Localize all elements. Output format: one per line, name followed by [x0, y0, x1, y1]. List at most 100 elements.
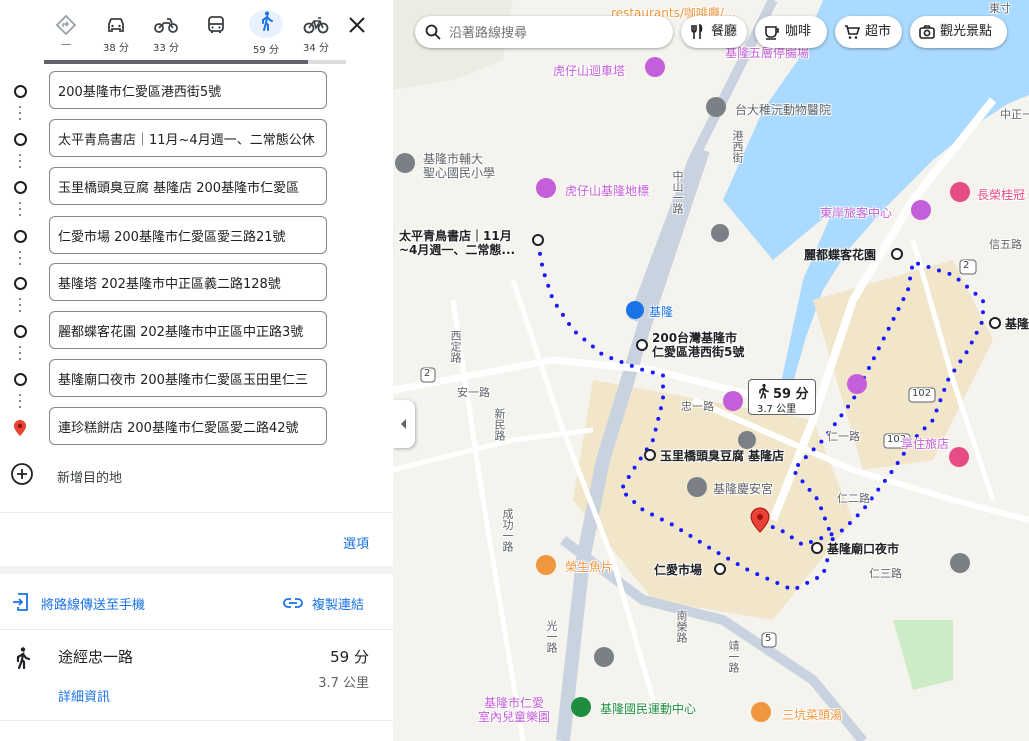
- attraction-icon[interactable]: [536, 178, 556, 198]
- train-icon[interactable]: [711, 224, 729, 242]
- stop-input-8[interactable]: [50, 408, 322, 444]
- stop-field-6[interactable]: [49, 311, 327, 349]
- road-label: 安一路: [457, 386, 490, 399]
- school-icon[interactable]: [594, 647, 614, 667]
- stop-field-7[interactable]: [49, 359, 327, 397]
- close-icon[interactable]: [344, 12, 370, 38]
- route-details-link[interactable]: 詳細資訊: [58, 686, 110, 705]
- attraction-icon[interactable]: [723, 391, 743, 411]
- mode-walk-highlight: [249, 10, 283, 38]
- map-stop-tower[interactable]: [989, 317, 1001, 329]
- shield-label: 2: [963, 260, 970, 271]
- map-stop-tofu[interactable]: [644, 449, 656, 461]
- road-label: 仁一路: [827, 430, 860, 443]
- stop-marker-3: [14, 181, 27, 194]
- station-icon[interactable]: [626, 301, 644, 319]
- cart-icon: [845, 25, 860, 39]
- stop-input-1[interactable]: [50, 72, 322, 108]
- stop-field-1[interactable]: [49, 71, 327, 109]
- stop-marker-1: [14, 85, 27, 98]
- stop-marker-2: [14, 133, 27, 146]
- stop-input-7[interactable]: [50, 360, 322, 396]
- stop-input-4[interactable]: [50, 217, 322, 253]
- car-icon: [108, 18, 124, 32]
- map-label-tofu: 玉里橋頭臭豆腐 基隆店: [660, 449, 785, 463]
- route-callout[interactable]: 59 分 3.7 公里: [748, 379, 816, 415]
- road-label: 忠一路: [681, 400, 714, 413]
- add-destination-button[interactable]: 新增目的地: [10, 462, 210, 488]
- map-label-attraction: 虎仔山迴車塔: [553, 64, 626, 78]
- attraction-icon[interactable]: [847, 374, 867, 394]
- stop-connector: [19, 154, 21, 174]
- stop-input-6[interactable]: [50, 312, 322, 348]
- walk-icon: [759, 383, 769, 399]
- park-icon[interactable]: [571, 697, 591, 717]
- mode-progress-fill: [44, 60, 308, 64]
- chip-restaurants[interactable]: 餐廳: [681, 16, 747, 48]
- map-label-liqu: 麗都蝶客花園: [804, 248, 877, 262]
- road-label: 南榮路: [675, 610, 688, 643]
- chip-attractions[interactable]: 觀光景點: [910, 16, 1007, 48]
- road-label: 靖一路: [727, 640, 740, 673]
- stop-field-2[interactable]: [49, 119, 327, 157]
- route-distance: 3.7 公里: [318, 676, 369, 691]
- map-label-temple: 基隆慶安宮: [713, 482, 774, 496]
- chip-coffee[interactable]: 咖啡: [755, 16, 827, 48]
- collapse-panel-button[interactable]: [393, 400, 415, 448]
- map-label-market: 仁愛市場: [654, 563, 703, 577]
- chip-supermarket[interactable]: 超市: [835, 16, 902, 48]
- stop-field-3[interactable]: [49, 167, 327, 205]
- mode-motorcycle[interactable]: 33 分: [148, 8, 184, 60]
- route-search-box[interactable]: [415, 16, 673, 50]
- stop-input-5[interactable]: [50, 264, 322, 300]
- stop-field-4[interactable]: [49, 216, 327, 254]
- map-label-station: 基隆: [649, 305, 674, 319]
- restaurant-icon[interactable]: [751, 702, 771, 722]
- mode-bike[interactable]: 34 分: [298, 8, 334, 60]
- map-label-school: 基隆市輔大 聖心國民小學: [423, 152, 496, 180]
- map-stop-market[interactable]: [714, 563, 726, 575]
- school-icon[interactable]: [950, 553, 970, 573]
- stop-field-5[interactable]: [49, 263, 327, 301]
- stop-input-2[interactable]: [50, 120, 322, 156]
- attraction-icon[interactable]: [911, 200, 931, 220]
- hotel-icon[interactable]: [950, 182, 970, 202]
- stop-input-3[interactable]: [50, 168, 322, 204]
- route-diamond-icon: [55, 14, 77, 36]
- route-search-input[interactable]: [447, 16, 669, 50]
- map-label-fish: 榮生魚片: [565, 560, 614, 574]
- bus-icon: [208, 16, 224, 33]
- road-label: 仁三路: [869, 567, 902, 580]
- road-label: 西定路: [449, 330, 462, 363]
- mode-best-label: —: [61, 39, 71, 50]
- map-stop-night-market[interactable]: [811, 542, 823, 554]
- map-stop-liqu[interactable]: [891, 248, 903, 260]
- road-label: 新民路: [493, 408, 506, 441]
- options-link[interactable]: 選項: [343, 533, 369, 552]
- stop-field-8[interactable]: [49, 407, 327, 445]
- mode-transit[interactable]: —: [198, 8, 234, 60]
- map-stop-start[interactable]: [636, 339, 648, 351]
- mode-walk[interactable]: 59 分: [248, 8, 284, 60]
- attraction-icon[interactable]: [645, 57, 665, 77]
- stop-marker-4: [14, 230, 27, 243]
- mode-drive[interactable]: 38 分: [98, 8, 134, 60]
- divider: [0, 629, 393, 630]
- mode-bike-label: 34 分: [303, 43, 329, 54]
- restaurant-icon[interactable]: [536, 555, 556, 575]
- send-to-phone-button[interactable]: 將路線傳送至手機: [12, 592, 182, 614]
- mode-best[interactable]: —: [48, 8, 84, 60]
- hotel-icon[interactable]: [949, 447, 969, 467]
- shield-label: 5: [765, 633, 772, 644]
- temple-icon[interactable]: [687, 477, 707, 497]
- school-icon[interactable]: [395, 153, 415, 173]
- map-label-hotel-cheer: 享住旅店: [901, 437, 950, 451]
- route-time: 59 分: [330, 648, 369, 666]
- map-view[interactable]: 2 102 103 2 5 restaurants/咖啡廳/... 虎仔山迴車塔…: [393, 0, 1029, 741]
- copy-link-button[interactable]: 複製連結: [283, 592, 383, 614]
- map-label-canteen: 三坑菜頭湯: [782, 708, 843, 722]
- map-canvas[interactable]: [393, 0, 1029, 741]
- chip-coffee-label: 咖啡: [785, 24, 812, 39]
- museum-icon[interactable]: [706, 97, 726, 117]
- map-stop-bookstore[interactable]: [532, 234, 544, 246]
